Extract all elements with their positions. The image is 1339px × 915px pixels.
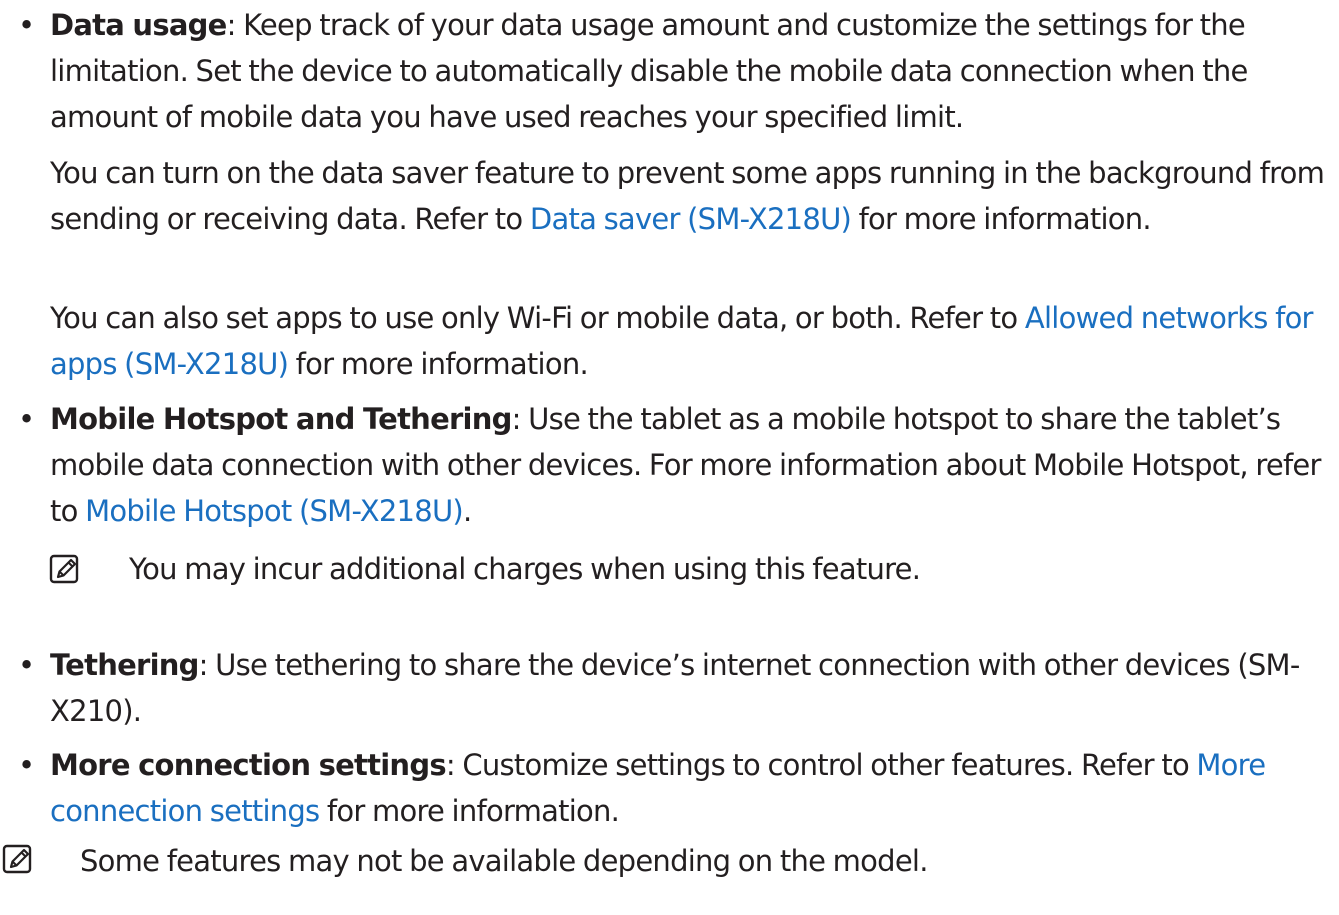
paragraph-text-after: for more information. — [288, 347, 589, 381]
note-additional-charges: You may incur additional charges when us… — [129, 552, 921, 586]
note-pencil-icon — [49, 554, 81, 586]
term-separator: : — [445, 748, 463, 782]
description-after: . — [462, 494, 472, 528]
description-after: for more information. — [319, 794, 620, 828]
term-mobile-hotspot: Mobile Hotspot and Tethering — [50, 402, 512, 436]
term-data-usage: Data usage — [50, 8, 227, 42]
bullet-marker: • — [18, 648, 35, 682]
bullet-marker: • — [18, 402, 35, 436]
term-tethering: Tethering — [50, 648, 199, 682]
paragraph-data-saver: You can turn on the data saver feature t… — [50, 150, 1335, 242]
list-item-mobile-hotspot: • Mobile Hotspot and Tethering: Use the … — [18, 396, 1335, 534]
paragraph-text: You can also set apps to use only Wi-Fi … — [50, 301, 1025, 335]
document-page: • Data usage: Keep track of your data us… — [0, 0, 1339, 915]
link-data-saver[interactable]: Data saver (SM-X218U) — [530, 202, 852, 236]
description-tethering: Use tethering to share the device’s inte… — [50, 648, 1300, 728]
term-separator: : — [226, 8, 244, 42]
list-item-more-connection-settings: • More connection settings: Customize se… — [18, 742, 1335, 834]
list-item-tethering: • Tethering: Use tethering to share the … — [18, 642, 1335, 734]
paragraph-text-after: for more information. — [851, 202, 1152, 236]
term-more-connection-settings: More connection settings — [50, 748, 447, 782]
note-pencil-icon — [2, 844, 34, 876]
bullet-marker: • — [18, 8, 35, 42]
bullet-marker: • — [18, 748, 35, 782]
note-features-availability: Some features may not be available depen… — [80, 844, 928, 878]
term-separator: : — [198, 648, 216, 682]
description-more-connection-settings: Customize settings to control other feat… — [462, 748, 1197, 782]
term-separator: : — [511, 402, 529, 436]
list-item-data-usage: • Data usage: Keep track of your data us… — [18, 2, 1335, 140]
paragraph-allowed-networks: You can also set apps to use only Wi-Fi … — [50, 295, 1335, 387]
link-mobile-hotspot[interactable]: Mobile Hotspot (SM-X218U) — [85, 494, 464, 528]
